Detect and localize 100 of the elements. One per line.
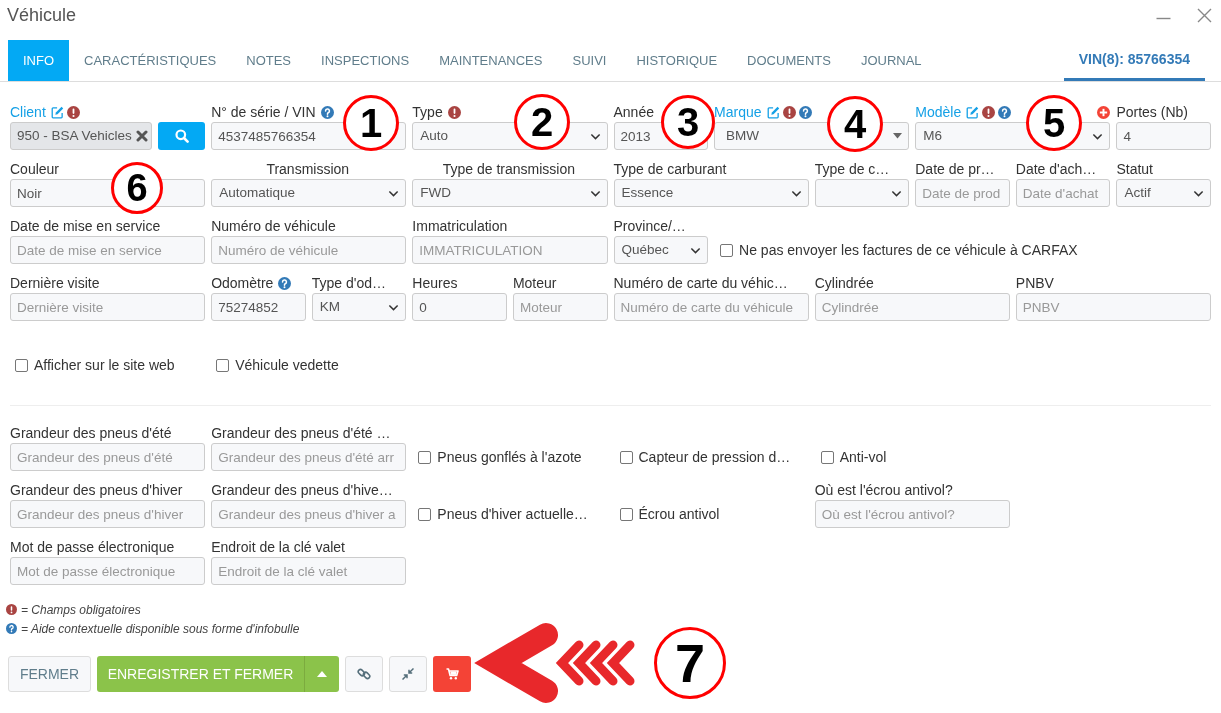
edit-icon[interactable] [766, 105, 780, 119]
callout-marker: 7 [654, 627, 726, 699]
checkbox[interactable] [418, 450, 432, 464]
close-icon[interactable] [1197, 7, 1212, 23]
checkbox-label: Écrou antivol [638, 504, 720, 524]
checkbox[interactable] [216, 358, 230, 372]
input-field[interactable]: 4 [1116, 122, 1211, 150]
select-field[interactable]: KM [311, 293, 407, 321]
search-icon [174, 129, 189, 143]
cart-icon [445, 668, 459, 680]
field-label: Couleur [10, 160, 60, 178]
select-field[interactable] [814, 179, 910, 207]
help-icon[interactable] [278, 276, 292, 290]
field-label: Type de c… [814, 160, 890, 178]
field-label: Grandeur des pneus d'hive… [211, 481, 393, 499]
input-field[interactable]: Où est l'écrou antivol? [814, 500, 1010, 528]
caret-up-icon [317, 671, 327, 677]
clear-icon[interactable] [136, 130, 149, 142]
client-field[interactable]: 950 - BSA Vehicles [10, 122, 153, 150]
field-label: Type de transmission [442, 160, 576, 178]
input-field[interactable]: Grandeur des pneus d'été arr [211, 443, 407, 471]
tab[interactable]: NOTES [231, 40, 307, 81]
tab[interactable]: HISTORIQUE [621, 40, 733, 81]
input-field[interactable]: Numéro de véhicule [211, 236, 407, 264]
search-button[interactable] [158, 122, 206, 150]
input-field[interactable]: Endroit de la clé valet [211, 557, 407, 585]
legend-text: = Aide contextuelle disponible sous forme d'infobulle [21, 620, 300, 638]
input-field[interactable]: PNBV [1015, 293, 1211, 321]
tab[interactable]: MAINTENANCES [424, 40, 558, 81]
select-field[interactable]: Automatique [211, 179, 407, 207]
edit-icon[interactable] [50, 105, 64, 119]
input-field[interactable]: Grandeur des pneus d'été [10, 443, 206, 471]
field-label: Numéro de carte du véhic… [613, 274, 788, 292]
compress-icon [402, 668, 414, 680]
input-field[interactable]: 75274852 [211, 293, 306, 321]
input-field[interactable]: IMMATRICULATION [412, 236, 608, 264]
tab[interactable]: JOURNAL [845, 40, 937, 81]
field-label: Type d'od… [311, 274, 387, 292]
tab[interactable]: INSPECTIONS [306, 40, 425, 81]
callout-marker: 3 [661, 95, 715, 149]
select-field[interactable]: FWD [412, 179, 608, 207]
help-icon[interactable] [6, 623, 17, 634]
field-label: Année [613, 103, 654, 121]
field-label: Dernière visite [10, 274, 100, 292]
input-field[interactable]: Mot de passe électronique [10, 557, 206, 585]
checkbox[interactable] [15, 358, 28, 372]
field-label: Date d'ach… [1015, 160, 1097, 178]
checkbox-label: Afficher sur le site web [34, 355, 175, 375]
input-field[interactable]: Cylindrée [814, 293, 1010, 321]
plus-icon[interactable] [1097, 105, 1111, 119]
link-button[interactable] [345, 656, 383, 692]
callout-marker: 2 [514, 94, 570, 150]
tab[interactable]: CARACTÉRISTIQUES [69, 40, 232, 81]
checkbox-label: Ne pas envoyer les factures de ce véhicule à CARFAX [739, 240, 1078, 260]
input-field[interactable]: Grandeur des pneus d'hiver [10, 500, 206, 528]
field-label: PNBV [1015, 274, 1054, 292]
field-label: Moteur [512, 274, 557, 292]
checkbox[interactable] [418, 507, 432, 521]
input-field[interactable]: Numéro de carte du véhicule [613, 293, 809, 321]
help-icon[interactable] [998, 105, 1012, 119]
dropdown-toggle[interactable] [304, 656, 339, 692]
field-label: Numéro de véhicule [211, 217, 336, 235]
checkbox[interactable] [720, 243, 734, 257]
field-label: Type [412, 103, 443, 121]
checkbox-label: Anti-vol [839, 447, 887, 467]
help-icon[interactable] [320, 105, 334, 119]
checkbox[interactable] [619, 450, 633, 464]
help-icon[interactable] [798, 105, 812, 119]
select-field[interactable]: Québec [613, 236, 709, 264]
checkbox[interactable] [820, 450, 834, 464]
vin-tab[interactable]: VIN(8): 85766354 [1063, 40, 1205, 81]
tab[interactable]: SUIVI [557, 40, 622, 81]
window-title: Véhicule [7, 3, 77, 27]
field-label: Portes (Nb) [1116, 103, 1188, 121]
caret-down-icon [893, 133, 903, 139]
close-button[interactable]: FERMER [8, 656, 91, 692]
input-field[interactable]: Grandeur des pneus d'hiver a [211, 500, 407, 528]
cart-button[interactable] [433, 656, 471, 692]
select-field[interactable]: Actif [1116, 179, 1211, 207]
field-label: Province/… [613, 217, 686, 235]
input-field[interactable]: Dernière visite [10, 293, 206, 321]
checkbox[interactable] [619, 507, 633, 521]
collapse-button[interactable] [389, 656, 427, 692]
input-field[interactable]: Date de prod [915, 179, 1010, 207]
select-field[interactable]: Essence [613, 179, 809, 207]
callout-marker: 1 [343, 95, 399, 151]
input-field[interactable]: Date d'achat [1015, 179, 1111, 207]
field-label: Où est l'écrou antivol? [814, 481, 953, 499]
field-label: Type de carburant [613, 160, 727, 178]
field-label: Odomètre [211, 274, 274, 292]
callout-marker: 4 [827, 96, 883, 152]
callout-marker: 5 [1026, 95, 1082, 151]
field-label: Statut [1116, 160, 1153, 178]
edit-icon[interactable] [966, 105, 980, 119]
callout-marker: 6 [111, 162, 163, 214]
checkbox-label: Pneus gonflés à l'azote [437, 447, 582, 467]
input-field[interactable]: Moteur [512, 293, 608, 321]
tab[interactable]: DOCUMENTS [732, 40, 846, 81]
input-field[interactable]: Date de mise en service [10, 236, 206, 264]
input-field[interactable]: 0 [412, 293, 507, 321]
